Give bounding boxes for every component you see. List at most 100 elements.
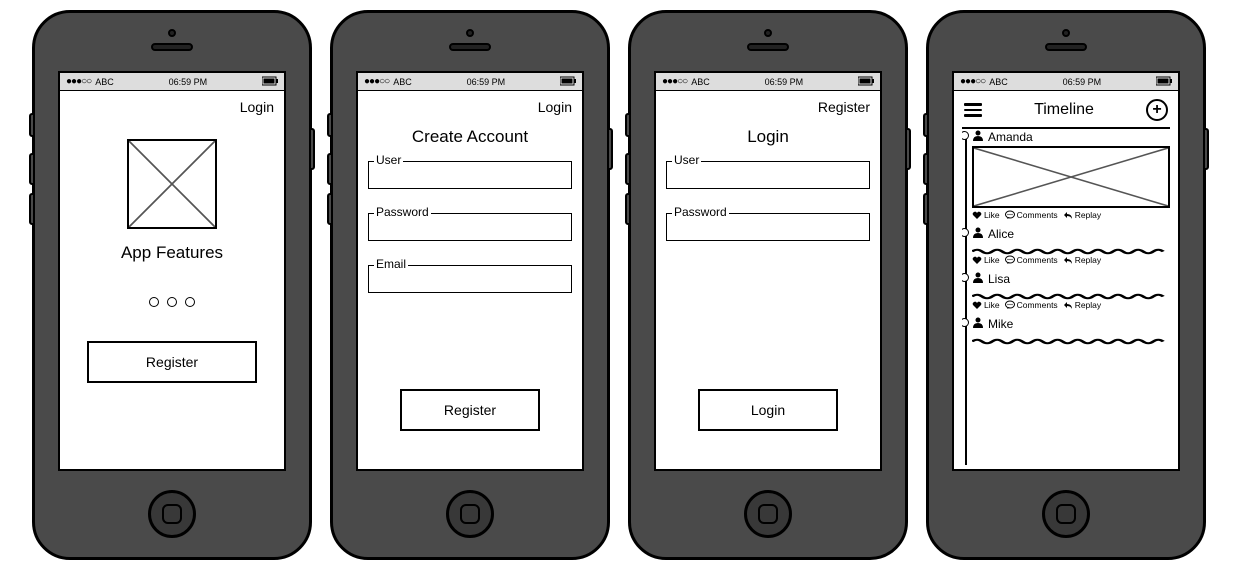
phone-frame-onboarding: ●●●○○ ABC 06:59 PM Login App Features Reg… (32, 10, 312, 560)
volume-up (923, 153, 929, 185)
page-indicator[interactable] (70, 297, 274, 307)
clock-label: 06:59 PM (765, 77, 804, 87)
post-author: Amanda (988, 130, 1033, 144)
post-image-placeholder (972, 146, 1170, 208)
screen-timeline: ●●●○○ABC 06:59 PM Timeline + Amanda Like… (952, 71, 1180, 471)
clock-label: 06:59 PM (1063, 77, 1102, 87)
phone-camera (168, 29, 176, 37)
phone-camera (466, 29, 474, 37)
power-button (905, 128, 911, 170)
menu-icon[interactable] (964, 103, 982, 117)
login-link[interactable]: Login (368, 99, 572, 115)
timeline-post[interactable]: Lisa Like Comments Replay (972, 271, 1170, 310)
replay-button[interactable]: Replay (1063, 255, 1101, 265)
battery-icon (262, 76, 278, 88)
pager-dot[interactable] (167, 297, 177, 307)
post-author: Lisa (988, 272, 1010, 286)
timeline-node (962, 318, 969, 327)
volume-up (29, 153, 35, 185)
battery-icon (1156, 76, 1172, 88)
carrier-label: ABC (95, 77, 114, 87)
comments-button[interactable]: Comments (1005, 300, 1058, 310)
user-label: User (374, 153, 403, 167)
timeline-node (962, 228, 969, 237)
user-icon (972, 316, 984, 331)
login-button[interactable]: Login (698, 389, 838, 431)
power-button (607, 128, 613, 170)
register-button[interactable]: Register (87, 341, 257, 383)
home-button[interactable] (744, 490, 792, 538)
mute-switch (327, 113, 333, 137)
timeline-post[interactable]: Alice Like Comments Replay (972, 226, 1170, 265)
register-link[interactable]: Register (666, 99, 870, 115)
battery-icon (858, 76, 874, 88)
timeline-header: Timeline + (962, 95, 1170, 129)
home-button[interactable] (1042, 490, 1090, 538)
phone-speaker (747, 43, 789, 51)
page-title: Create Account (368, 127, 572, 147)
replay-button[interactable]: Replay (1063, 210, 1101, 220)
home-button[interactable] (148, 490, 196, 538)
phone-frame-timeline: ●●●○○ABC 06:59 PM Timeline + Amanda Like… (926, 10, 1206, 560)
phone-camera (1062, 29, 1070, 37)
home-button[interactable] (446, 490, 494, 538)
like-button[interactable]: Like (972, 300, 1000, 310)
user-field-wrap: User (368, 161, 572, 189)
power-button (1203, 128, 1209, 170)
timeline-node (962, 131, 969, 140)
user-icon (972, 271, 984, 286)
signal-icon: ●●●○○ (66, 76, 91, 87)
clock-label: 06:59 PM (467, 77, 506, 87)
signal-icon: ●●●○○ (364, 76, 389, 87)
like-button[interactable]: Like (972, 255, 1000, 265)
pager-dot[interactable] (149, 297, 159, 307)
screen-onboarding: ●●●○○ ABC 06:59 PM Login App Features Reg… (58, 71, 286, 471)
signal-icon: ●●●○○ (662, 76, 687, 87)
mute-switch (923, 113, 929, 137)
signal-icon: ●●●○○ (960, 76, 985, 87)
page-title: Timeline (1034, 101, 1094, 119)
status-bar: ●●●○○ ABC 06:59 PM (60, 73, 284, 91)
timeline-list[interactable]: Amanda Like Comments Replay Alice Like C… (962, 129, 1170, 465)
volume-up (327, 153, 333, 185)
password-field-wrap: Password (368, 213, 572, 241)
post-author: Mike (988, 317, 1013, 331)
timeline-connector (965, 135, 967, 465)
add-post-button[interactable]: + (1146, 99, 1168, 121)
mute-switch (29, 113, 35, 137)
login-link[interactable]: Login (70, 99, 274, 115)
volume-up (625, 153, 631, 185)
register-button[interactable]: Register (400, 389, 540, 431)
carrier-label: ABC (691, 77, 710, 87)
user-field-wrap: User (666, 161, 870, 189)
carrier-label: ABC (393, 77, 412, 87)
timeline-post[interactable]: Amanda Like Comments Replay (972, 129, 1170, 220)
status-bar: ●●●○○ABC 06:59 PM (954, 73, 1178, 91)
battery-icon (560, 76, 576, 88)
status-bar: ●●●○○ ABC 06:59 PM (358, 73, 582, 91)
email-label: Email (374, 257, 408, 271)
password-label: Password (672, 205, 729, 219)
post-author: Alice (988, 227, 1014, 241)
feature-title: App Features (70, 243, 274, 263)
post-text-placeholder (972, 288, 1170, 297)
page-title: Login (666, 127, 870, 147)
user-icon (972, 129, 984, 144)
phone-speaker (449, 43, 491, 51)
comments-button[interactable]: Comments (1005, 255, 1058, 265)
pager-dot[interactable] (185, 297, 195, 307)
user-icon (972, 226, 984, 241)
timeline-post[interactable]: Mike (972, 316, 1170, 342)
like-button[interactable]: Like (972, 210, 1000, 220)
phone-frame-login: ●●●○○ ABC 06:59 PM Register Login User Pa… (628, 10, 908, 560)
status-bar: ●●●○○ ABC 06:59 PM (656, 73, 880, 91)
volume-down (327, 193, 333, 225)
comments-button[interactable]: Comments (1005, 210, 1058, 220)
clock-label: 06:59 PM (169, 77, 208, 87)
post-text-placeholder (972, 243, 1170, 252)
mute-switch (625, 113, 631, 137)
replay-button[interactable]: Replay (1063, 300, 1101, 310)
password-field-wrap: Password (666, 213, 870, 241)
timeline-node (962, 273, 969, 282)
user-label: User (672, 153, 701, 167)
